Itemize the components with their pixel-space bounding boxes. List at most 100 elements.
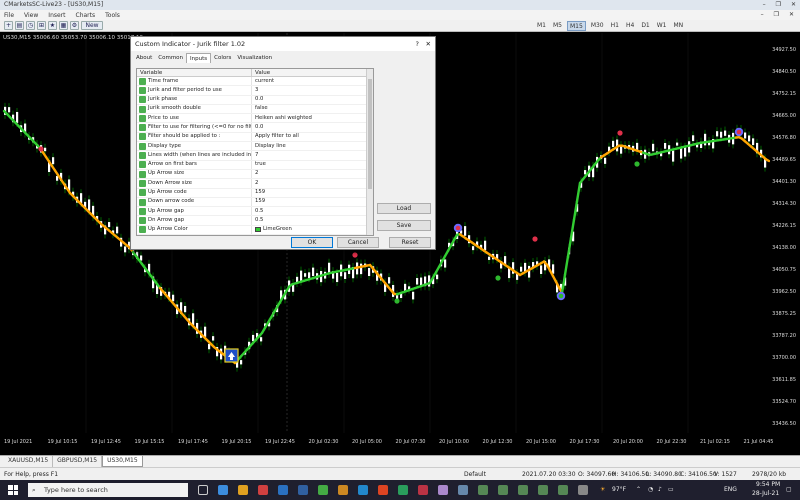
- app-icon-3[interactable]: [278, 485, 288, 495]
- weather-icon[interactable]: ☀: [600, 486, 605, 493]
- dialog-close-icon[interactable]: ✕: [426, 37, 431, 51]
- terminal-icon[interactable]: ▦: [59, 21, 68, 30]
- tab-colors[interactable]: Colors: [211, 53, 234, 63]
- app-icon-4[interactable]: [298, 485, 308, 495]
- timeframe-h1[interactable]: H1: [609, 21, 621, 31]
- taskbar-search[interactable]: ⌕ Type here to search: [28, 483, 188, 497]
- close-icon[interactable]: ✕: [791, 0, 796, 10]
- input-value-cell[interactable]: 2: [252, 170, 373, 178]
- app-icon-7[interactable]: [358, 485, 368, 495]
- save-button[interactable]: Save: [377, 220, 431, 231]
- input-value-cell[interactable]: 159: [252, 189, 373, 197]
- clock-time[interactable]: 9:54 PM: [756, 481, 780, 488]
- data-window-icon[interactable]: ⊞: [37, 21, 46, 30]
- notifications-icon[interactable]: ▢: [786, 486, 792, 493]
- app-icon-11[interactable]: [458, 485, 468, 495]
- app-icon-1[interactable]: [218, 485, 228, 495]
- navigator-icon[interactable]: ★: [48, 21, 57, 30]
- app-icon-8[interactable]: [398, 485, 408, 495]
- volume-icon[interactable]: ♪: [658, 486, 662, 493]
- app-icon-5[interactable]: [318, 485, 328, 495]
- input-value-cell[interactable]: 0.0: [252, 123, 373, 131]
- temperature[interactable]: 97°F: [612, 486, 626, 493]
- timeframe-d1[interactable]: D1: [639, 21, 651, 31]
- mt4-icon-2[interactable]: [498, 485, 508, 495]
- input-value-cell[interactable]: 159: [252, 198, 373, 206]
- clock-date[interactable]: 28-Jul-21: [752, 490, 779, 497]
- input-value-cell[interactable]: 0.0: [252, 96, 373, 104]
- maximize-icon[interactable]: ❐: [776, 0, 781, 10]
- input-value-cell[interactable]: false: [252, 105, 373, 113]
- input-value-cell[interactable]: 0.5: [252, 207, 373, 215]
- symbol-tab-gbpusd[interactable]: GBPUSD,M15: [53, 456, 103, 467]
- minimize-icon[interactable]: –: [763, 0, 766, 10]
- table-scrollbar[interactable]: [366, 69, 373, 235]
- ok-button[interactable]: OK: [291, 237, 333, 248]
- input-row[interactable]: Up Arrow Color LimeGreen: [137, 225, 373, 235]
- menu-charts[interactable]: Charts: [76, 12, 96, 19]
- mt4-icon-5[interactable]: [558, 485, 568, 495]
- input-value-cell[interactable]: 7: [252, 151, 373, 159]
- new-order-button[interactable]: New: [81, 21, 103, 30]
- chart-restore-icon[interactable]: ❐: [774, 10, 779, 20]
- mt4-icon-3[interactable]: [518, 485, 528, 495]
- tab-about[interactable]: About: [133, 53, 155, 63]
- battery-icon[interactable]: ▭: [668, 486, 674, 493]
- input-value-cell[interactable]: Apply filter to all: [252, 133, 373, 141]
- col-variable[interactable]: Variable: [137, 69, 252, 76]
- new-chart-icon[interactable]: +: [4, 21, 13, 30]
- input-value-cell[interactable]: 3: [252, 86, 373, 94]
- symbol-tab-xauusd[interactable]: XAUUSD,M15: [4, 456, 54, 467]
- mt4-icon-1[interactable]: [478, 485, 488, 495]
- input-value-cell[interactable]: current: [252, 77, 373, 85]
- help-icon[interactable]: ?: [416, 37, 419, 51]
- tab-common[interactable]: Common: [155, 53, 186, 63]
- input-value-cell[interactable]: LimeGreen: [252, 226, 373, 234]
- app-icon-9[interactable]: [418, 485, 428, 495]
- menu-file[interactable]: File: [4, 12, 14, 19]
- input-value-cell[interactable]: Heiken ashi weighted: [252, 114, 373, 122]
- chart-minimize-icon[interactable]: –: [761, 10, 764, 20]
- timeframe-m5[interactable]: M5: [551, 21, 564, 31]
- col-value[interactable]: Value: [252, 69, 373, 76]
- timeframe-h4[interactable]: H4: [624, 21, 636, 31]
- scrollbar-thumb[interactable]: [368, 79, 372, 189]
- symbol-tab-us30[interactable]: US30,M15: [102, 456, 143, 467]
- input-value-cell[interactable]: true: [252, 161, 373, 169]
- timeframe-mn[interactable]: MN: [672, 21, 686, 31]
- chrome-icon[interactable]: [378, 485, 388, 495]
- timeframe-w1[interactable]: W1: [655, 21, 669, 31]
- app-icon-12[interactable]: [578, 485, 588, 495]
- tester-icon[interactable]: ⚙: [70, 21, 79, 30]
- tab-inputs[interactable]: Inputs: [186, 53, 212, 63]
- tab-visualization[interactable]: Visualization: [234, 53, 275, 63]
- timeframe-m1[interactable]: M1: [535, 21, 548, 31]
- cancel-button[interactable]: Cancel: [337, 237, 379, 248]
- app-icon-2[interactable]: [258, 485, 268, 495]
- network-icon[interactable]: ◔: [648, 486, 653, 493]
- reset-button[interactable]: Reset: [389, 237, 431, 248]
- timeframe-m15[interactable]: M15: [567, 21, 586, 31]
- price-scale[interactable]: 34927.50 34840.50 34752.15 34665.00 34576.80…: [768, 33, 800, 433]
- chart-close-icon[interactable]: ✕: [789, 10, 794, 20]
- windows-start-icon[interactable]: [8, 485, 18, 495]
- app-icon-6[interactable]: [338, 485, 348, 495]
- tray-chevron-icon[interactable]: ⌃: [636, 486, 641, 493]
- price-chart[interactable]: US30,M15 35006.60 35053.70 35006.10 3501…: [0, 33, 800, 455]
- market-watch-icon[interactable]: ◷: [26, 21, 35, 30]
- language-indicator[interactable]: ENG: [724, 486, 737, 493]
- timeframe-m30[interactable]: M30: [589, 21, 606, 31]
- load-button[interactable]: Load: [377, 203, 431, 214]
- profiles-icon[interactable]: ▤: [15, 21, 24, 30]
- input-value-cell[interactable]: Display line: [252, 142, 373, 150]
- menu-insert[interactable]: Insert: [48, 12, 65, 19]
- input-row[interactable]: Dn Arrow gap 0.5: [137, 216, 373, 226]
- menu-tools[interactable]: Tools: [105, 12, 120, 19]
- task-view-icon[interactable]: [198, 485, 208, 495]
- file-explorer-icon[interactable]: [238, 485, 248, 495]
- time-scale[interactable]: 19 Jul 2021 19 Jul 10:15 19 Jul 12:45 19 Ju…: [0, 433, 773, 451]
- menu-view[interactable]: View: [24, 12, 38, 19]
- app-icon-10[interactable]: [438, 485, 448, 495]
- input-value-cell[interactable]: 2: [252, 179, 373, 187]
- mt4-icon-4[interactable]: [538, 485, 548, 495]
